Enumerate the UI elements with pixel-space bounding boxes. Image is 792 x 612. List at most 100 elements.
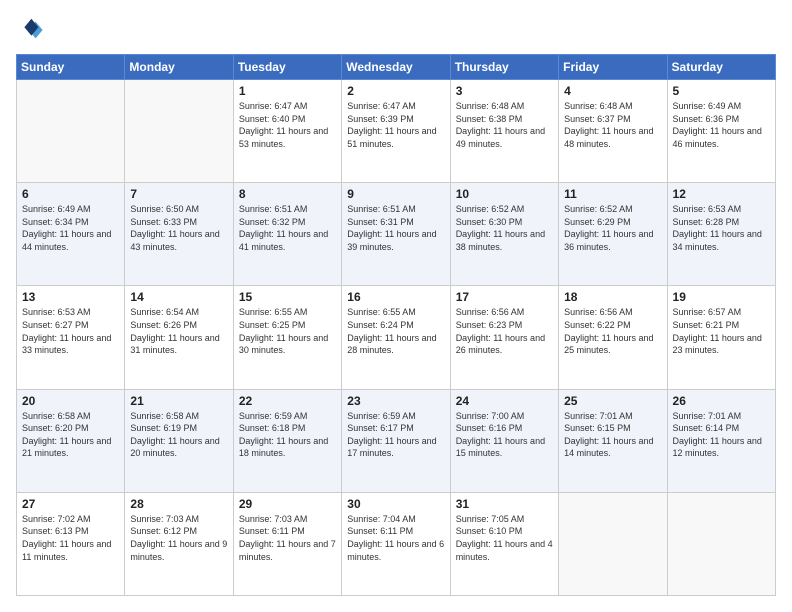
day-number: 6 — [22, 187, 119, 201]
cell-info: Sunrise: 7:03 AMSunset: 6:12 PMDaylight:… — [130, 514, 227, 562]
day-number: 19 — [673, 290, 770, 304]
weekday-row: SundayMondayTuesdayWednesdayThursdayFrid… — [17, 55, 776, 80]
cell-info: Sunrise: 6:54 AMSunset: 6:26 PMDaylight:… — [130, 307, 219, 355]
day-number: 29 — [239, 497, 336, 511]
day-number: 26 — [673, 394, 770, 408]
cell-info: Sunrise: 6:58 AMSunset: 6:20 PMDaylight:… — [22, 411, 111, 459]
calendar-cell: 10Sunrise: 6:52 AMSunset: 6:30 PMDayligh… — [450, 183, 558, 286]
day-number: 22 — [239, 394, 336, 408]
calendar-cell: 25 Sunrise: 7:01 AMSunset: 6:15 PMDayligh… — [559, 389, 667, 492]
cell-info: Sunrise: 6:51 AMSunset: 6:31 PMDaylight:… — [347, 204, 436, 252]
day-number: 10 — [456, 187, 553, 201]
cell-info: Sunrise: 6:59 AMSunset: 6:18 PMDaylight:… — [239, 411, 328, 459]
calendar-week-row: 1 Sunrise: 6:47 AMSunset: 6:40 PMDaylight… — [17, 80, 776, 183]
cell-info: Sunrise: 6:49 AMSunset: 6:36 PMDaylight:… — [673, 101, 762, 149]
cell-info: Sunrise: 6:47 AMSunset: 6:39 PMDaylight:… — [347, 101, 436, 149]
header — [16, 16, 776, 44]
calendar-table: SundayMondayTuesdayWednesdayThursdayFrid… — [16, 54, 776, 596]
calendar-body: 1 Sunrise: 6:47 AMSunset: 6:40 PMDaylight… — [17, 80, 776, 596]
cell-info: Sunrise: 6:53 AMSunset: 6:27 PMDaylight:… — [22, 307, 111, 355]
calendar-cell: 5 Sunrise: 6:49 AMSunset: 6:36 PMDaylight… — [667, 80, 775, 183]
calendar-cell: 9Sunrise: 6:51 AMSunset: 6:31 PMDaylight… — [342, 183, 450, 286]
calendar-cell: 16Sunrise: 6:55 AMSunset: 6:24 PMDayligh… — [342, 286, 450, 389]
calendar-cell: 15Sunrise: 6:55 AMSunset: 6:25 PMDayligh… — [233, 286, 341, 389]
cell-info: Sunrise: 7:04 AMSunset: 6:11 PMDaylight:… — [347, 514, 444, 562]
day-number: 3 — [456, 84, 553, 98]
day-number: 8 — [239, 187, 336, 201]
calendar-header: SundayMondayTuesdayWednesdayThursdayFrid… — [17, 55, 776, 80]
weekday-header: Sunday — [17, 55, 125, 80]
calendar-week-row: 20 Sunrise: 6:58 AMSunset: 6:20 PMDayligh… — [17, 389, 776, 492]
day-number: 16 — [347, 290, 444, 304]
cell-info: Sunrise: 6:55 AMSunset: 6:25 PMDaylight:… — [239, 307, 328, 355]
calendar-cell: 6 Sunrise: 6:49 AMSunset: 6:34 PMDaylight… — [17, 183, 125, 286]
cell-info: Sunrise: 6:51 AMSunset: 6:32 PMDaylight:… — [239, 204, 328, 252]
day-number: 4 — [564, 84, 661, 98]
calendar-week-row: 6 Sunrise: 6:49 AMSunset: 6:34 PMDaylight… — [17, 183, 776, 286]
calendar-cell: 30 Sunrise: 7:04 AMSunset: 6:11 PMDayligh… — [342, 492, 450, 595]
day-number: 28 — [130, 497, 227, 511]
cell-info: Sunrise: 6:57 AMSunset: 6:21 PMDaylight:… — [673, 307, 762, 355]
day-number: 11 — [564, 187, 661, 201]
page: SundayMondayTuesdayWednesdayThursdayFrid… — [0, 0, 792, 612]
calendar-cell — [17, 80, 125, 183]
cell-info: Sunrise: 7:01 AMSunset: 6:15 PMDaylight:… — [564, 411, 653, 459]
cell-info: Sunrise: 6:49 AMSunset: 6:34 PMDaylight:… — [22, 204, 111, 252]
day-number: 31 — [456, 497, 553, 511]
calendar-week-row: 27 Sunrise: 7:02 AMSunset: 6:13 PMDayligh… — [17, 492, 776, 595]
day-number: 24 — [456, 394, 553, 408]
day-number: 14 — [130, 290, 227, 304]
day-number: 27 — [22, 497, 119, 511]
weekday-header: Wednesday — [342, 55, 450, 80]
calendar-cell: 4Sunrise: 6:48 AMSunset: 6:37 PMDaylight… — [559, 80, 667, 183]
cell-info: Sunrise: 7:02 AMSunset: 6:13 PMDaylight:… — [22, 514, 111, 562]
calendar-cell: 14 Sunrise: 6:54 AMSunset: 6:26 PMDayligh… — [125, 286, 233, 389]
calendar-cell: 27 Sunrise: 7:02 AMSunset: 6:13 PMDayligh… — [17, 492, 125, 595]
day-number: 1 — [239, 84, 336, 98]
calendar-cell: 26 Sunrise: 7:01 AMSunset: 6:14 PMDayligh… — [667, 389, 775, 492]
calendar-cell: 11 Sunrise: 6:52 AMSunset: 6:29 PMDayligh… — [559, 183, 667, 286]
calendar-cell: 17 Sunrise: 6:56 AMSunset: 6:23 PMDayligh… — [450, 286, 558, 389]
calendar-cell: 21 Sunrise: 6:58 AMSunset: 6:19 PMDayligh… — [125, 389, 233, 492]
weekday-header: Thursday — [450, 55, 558, 80]
cell-info: Sunrise: 6:53 AMSunset: 6:28 PMDaylight:… — [673, 204, 762, 252]
calendar-cell: 20 Sunrise: 6:58 AMSunset: 6:20 PMDayligh… — [17, 389, 125, 492]
weekday-header: Friday — [559, 55, 667, 80]
weekday-header: Tuesday — [233, 55, 341, 80]
day-number: 25 — [564, 394, 661, 408]
cell-info: Sunrise: 6:47 AMSunset: 6:40 PMDaylight:… — [239, 101, 328, 149]
logo — [16, 16, 48, 44]
calendar-cell: 29Sunrise: 7:03 AMSunset: 6:11 PMDayligh… — [233, 492, 341, 595]
day-number: 5 — [673, 84, 770, 98]
cell-info: Sunrise: 6:58 AMSunset: 6:19 PMDaylight:… — [130, 411, 219, 459]
calendar-cell: 22 Sunrise: 6:59 AMSunset: 6:18 PMDayligh… — [233, 389, 341, 492]
weekday-header: Saturday — [667, 55, 775, 80]
calendar-cell — [559, 492, 667, 595]
day-number: 30 — [347, 497, 444, 511]
weekday-header: Monday — [125, 55, 233, 80]
calendar-cell: 19 Sunrise: 6:57 AMSunset: 6:21 PMDayligh… — [667, 286, 775, 389]
day-number: 12 — [673, 187, 770, 201]
cell-info: Sunrise: 6:59 AMSunset: 6:17 PMDaylight:… — [347, 411, 436, 459]
day-number: 23 — [347, 394, 444, 408]
day-number: 7 — [130, 187, 227, 201]
calendar-cell: 8 Sunrise: 6:51 AMSunset: 6:32 PMDaylight… — [233, 183, 341, 286]
day-number: 17 — [456, 290, 553, 304]
calendar-cell: 31Sunrise: 7:05 AMSunset: 6:10 PMDayligh… — [450, 492, 558, 595]
cell-info: Sunrise: 7:01 AMSunset: 6:14 PMDaylight:… — [673, 411, 762, 459]
calendar-cell: 2 Sunrise: 6:47 AMSunset: 6:39 PMDaylight… — [342, 80, 450, 183]
calendar-cell: 3Sunrise: 6:48 AMSunset: 6:38 PMDaylight… — [450, 80, 558, 183]
day-number: 2 — [347, 84, 444, 98]
calendar-cell: 1 Sunrise: 6:47 AMSunset: 6:40 PMDaylight… — [233, 80, 341, 183]
day-number: 21 — [130, 394, 227, 408]
day-number: 20 — [22, 394, 119, 408]
calendar-cell: 28 Sunrise: 7:03 AMSunset: 6:12 PMDayligh… — [125, 492, 233, 595]
day-number: 13 — [22, 290, 119, 304]
cell-info: Sunrise: 6:50 AMSunset: 6:33 PMDaylight:… — [130, 204, 219, 252]
day-number: 18 — [564, 290, 661, 304]
calendar-week-row: 13 Sunrise: 6:53 AMSunset: 6:27 PMDayligh… — [17, 286, 776, 389]
cell-info: Sunrise: 6:56 AMSunset: 6:23 PMDaylight:… — [456, 307, 545, 355]
cell-info: Sunrise: 6:56 AMSunset: 6:22 PMDaylight:… — [564, 307, 653, 355]
cell-info: Sunrise: 7:00 AMSunset: 6:16 PMDaylight:… — [456, 411, 545, 459]
cell-info: Sunrise: 6:52 AMSunset: 6:29 PMDaylight:… — [564, 204, 653, 252]
